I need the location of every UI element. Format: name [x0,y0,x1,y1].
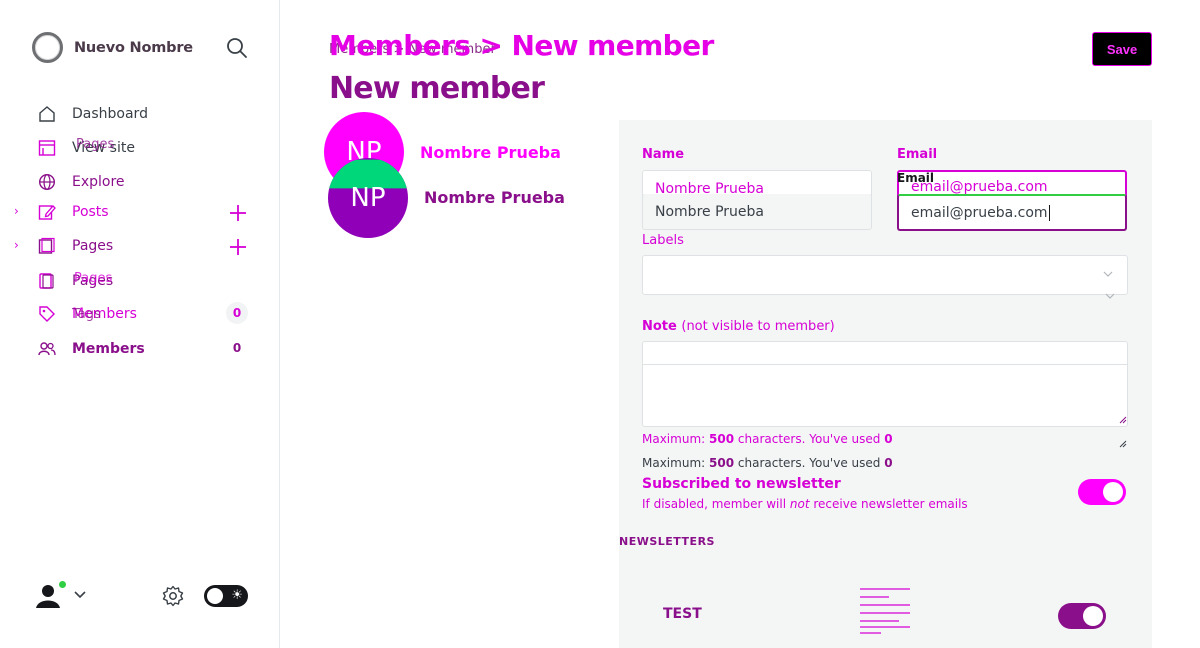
email-label: Email [897,147,938,162]
tag-icon [39,273,54,289]
ghost-label-tags-a: Pages [74,271,113,286]
add-post-icon[interactable] [228,203,248,223]
note-label-suffix: (not visible to member) [681,319,835,334]
hint-text: characters. You've used [737,456,881,470]
desc-text: receive newsletter emails [813,497,968,511]
toggle-knob [1103,482,1123,502]
member-form-panel: Name Name Nombre Prueba Nombre Prueba Em… [619,120,1152,648]
sidebar-item-label: Dashboard [72,106,148,122]
email-label-overlay: Email [897,171,935,185]
labels-select[interactable] [642,255,1128,295]
online-status-badge [57,579,68,590]
search-icon[interactable] [226,37,248,59]
sidebar-item-dashboard[interactable]: Dashboard [38,102,148,126]
list-lines-icon [860,588,910,634]
newsletter-toggle-test[interactable] [1058,603,1106,629]
hint-max: 500 [709,456,735,470]
sidebar-item-label: Pages [72,238,114,254]
gear-icon[interactable] [162,585,184,607]
hint-max: 500 [709,432,735,446]
dark-mode-toggle[interactable]: ☀ [204,585,248,607]
globe-icon [38,173,56,191]
chevron-down-icon[interactable] [73,589,87,601]
breadcrumb-overlay: Members > New member [329,29,714,62]
newsletter-subscribe-title: Subscribed to newsletter [642,476,841,492]
name-label: Name [642,147,685,162]
newsletter-subscribe-toggle[interactable] [1078,479,1126,505]
ghost-label-pages: Pages [76,137,115,152]
save-button[interactable]: Save [1092,32,1152,66]
sidebar-item-explore[interactable]: Explore [38,170,125,194]
resize-handle-icon[interactable] [1119,416,1127,424]
member-avatar-overlay: NP [328,158,408,238]
sidebar-item-members[interactable]: Members [38,337,145,361]
sidebar-item-pages[interactable]: Pages [38,234,113,258]
sidebar: Nuevo Nombre Dashboard View site Explore… [0,0,280,648]
hint-text: Maximum: [642,432,706,446]
chevron-right-icon[interactable]: › [14,204,19,218]
divider [643,364,1127,365]
hint-text: characters. You've used [737,432,881,446]
avatar-initials: NP [350,183,386,213]
desc-emphasis: not [789,497,810,511]
edit-icon [38,205,56,220]
brand-logo [32,32,63,63]
pages-icon [38,237,55,254]
name-field-value: Nombre Prueba [655,203,764,220]
home-icon [39,106,55,122]
page-title: New member [329,71,545,106]
tag-icon [39,306,55,322]
resize-handle-icon [1119,440,1127,448]
note-char-hint-overlay: Maximum: 500 characters. You've used 0 [642,456,893,470]
app-root: Nuevo Nombre Dashboard View site Explore… [0,0,1200,648]
members-icon [38,342,56,356]
hint-text: Maximum: [642,456,706,470]
note-textarea[interactable] [642,341,1128,427]
chevron-right-icon[interactable]: › [14,238,19,252]
sidebar-item-label: Explore [72,174,125,190]
hint-used: 0 [884,456,893,470]
note-label-text: Note [642,319,677,334]
newsletter-row: TEST [619,570,1152,648]
newsletters-heading: NEWSLETTERS [619,535,715,548]
brand-name: Nuevo Nombre [74,39,193,56]
name-field-overlay[interactable]: Nombre Prueba [642,194,872,230]
sun-icon: ☀ [231,588,243,603]
brand[interactable]: Nuevo Nombre [32,32,193,63]
newsletter-subscribe-description: If disabled, member will not receive new… [642,497,968,511]
toggle-knob [207,588,223,604]
sidebar-item-posts[interactable]: Posts [38,200,109,224]
sidebar-item-label: Members [72,341,145,357]
hint-used: 0 [884,432,893,446]
chevron-down-icon [1105,293,1115,299]
desc-text: If disabled, member will [642,497,787,511]
text-cursor [1048,204,1050,221]
note-label: Note (not visible to member) [642,319,835,334]
browser-icon [38,140,56,156]
toggle-knob [1083,606,1103,626]
members-count-badge: 0 [232,341,242,355]
main-content: Members > New member Members > New membe… [281,0,1200,648]
member-name: Nombre Prueba [420,143,561,162]
email-field-value: email@prueba.com [911,204,1048,221]
member-name-overlay: Nombre Prueba [424,188,565,207]
note-char-hint: Maximum: 500 characters. You've used 0 [642,432,893,446]
labels-label: Labels [642,233,684,248]
email-field-overlay[interactable]: email@prueba.com [897,194,1127,231]
ghost-label-tags-b: Tags [72,307,101,322]
chevron-down-icon [1103,271,1113,277]
members-count-badge-ghost: 0 [226,302,248,324]
sidebar-item-label: Posts [72,204,109,220]
add-page-icon[interactable] [228,237,248,257]
newsletter-name: TEST [663,606,702,622]
